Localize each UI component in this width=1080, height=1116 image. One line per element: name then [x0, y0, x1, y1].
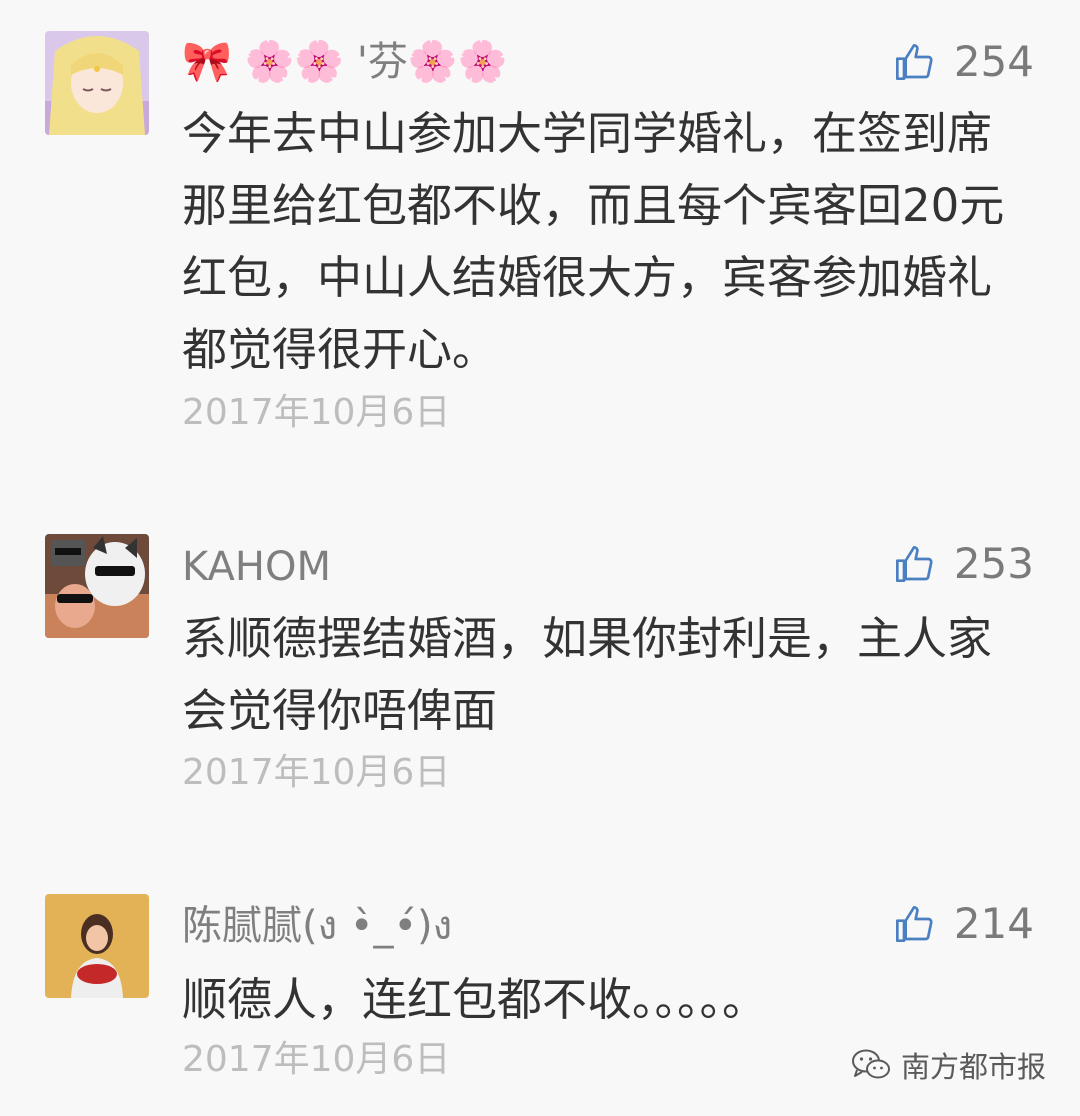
like-count: 214: [953, 899, 1034, 948]
comment-text: 今年去中山参加大学同学婚礼，在签到席那里给红包都不收，而且每个宾客回20元红包，…: [182, 107, 1005, 376]
like-button[interactable]: 254: [894, 38, 1034, 86]
comment-date: 2017年10月6日: [182, 1039, 451, 1080]
like-button[interactable]: 253: [894, 540, 1034, 588]
comment-text: 系顺德摆结婚酒，如果你封利是，主人家会觉得你唔俾面: [182, 612, 993, 737]
avatar[interactable]: [45, 31, 149, 135]
author-name[interactable]: KAHOM: [182, 543, 331, 591]
like-button[interactable]: 214: [894, 900, 1034, 948]
comment-date: 2017年10月6日: [182, 752, 451, 793]
thumbs-up-icon: [895, 546, 933, 582]
thumbs-up-icon: [895, 44, 933, 80]
author-name[interactable]: 🎀 🌸🌸 '芬🌸🌸: [182, 38, 507, 86]
source-watermark: 南方都市报: [851, 1044, 1046, 1086]
anime-girl-avatar-icon: [45, 31, 149, 135]
avatar[interactable]: [45, 894, 149, 998]
thumbs-up-icon: [895, 906, 933, 942]
author-name[interactable]: 陈腻腻(ง •̀_•́)ง: [182, 902, 452, 950]
comment-date: 2017年10月6日: [182, 392, 451, 433]
avatar[interactable]: [45, 534, 149, 638]
person-photo-avatar-icon: [45, 894, 149, 998]
dog-sunglasses-avatar-icon: [45, 534, 149, 638]
like-count: 253: [953, 539, 1034, 588]
watermark-label: 南方都市报: [900, 1050, 1046, 1084]
like-count: 254: [953, 37, 1034, 86]
wechat-icon: [851, 1049, 890, 1079]
comment-text: 顺德人，连红包都不收。。。。。: [182, 973, 768, 1026]
